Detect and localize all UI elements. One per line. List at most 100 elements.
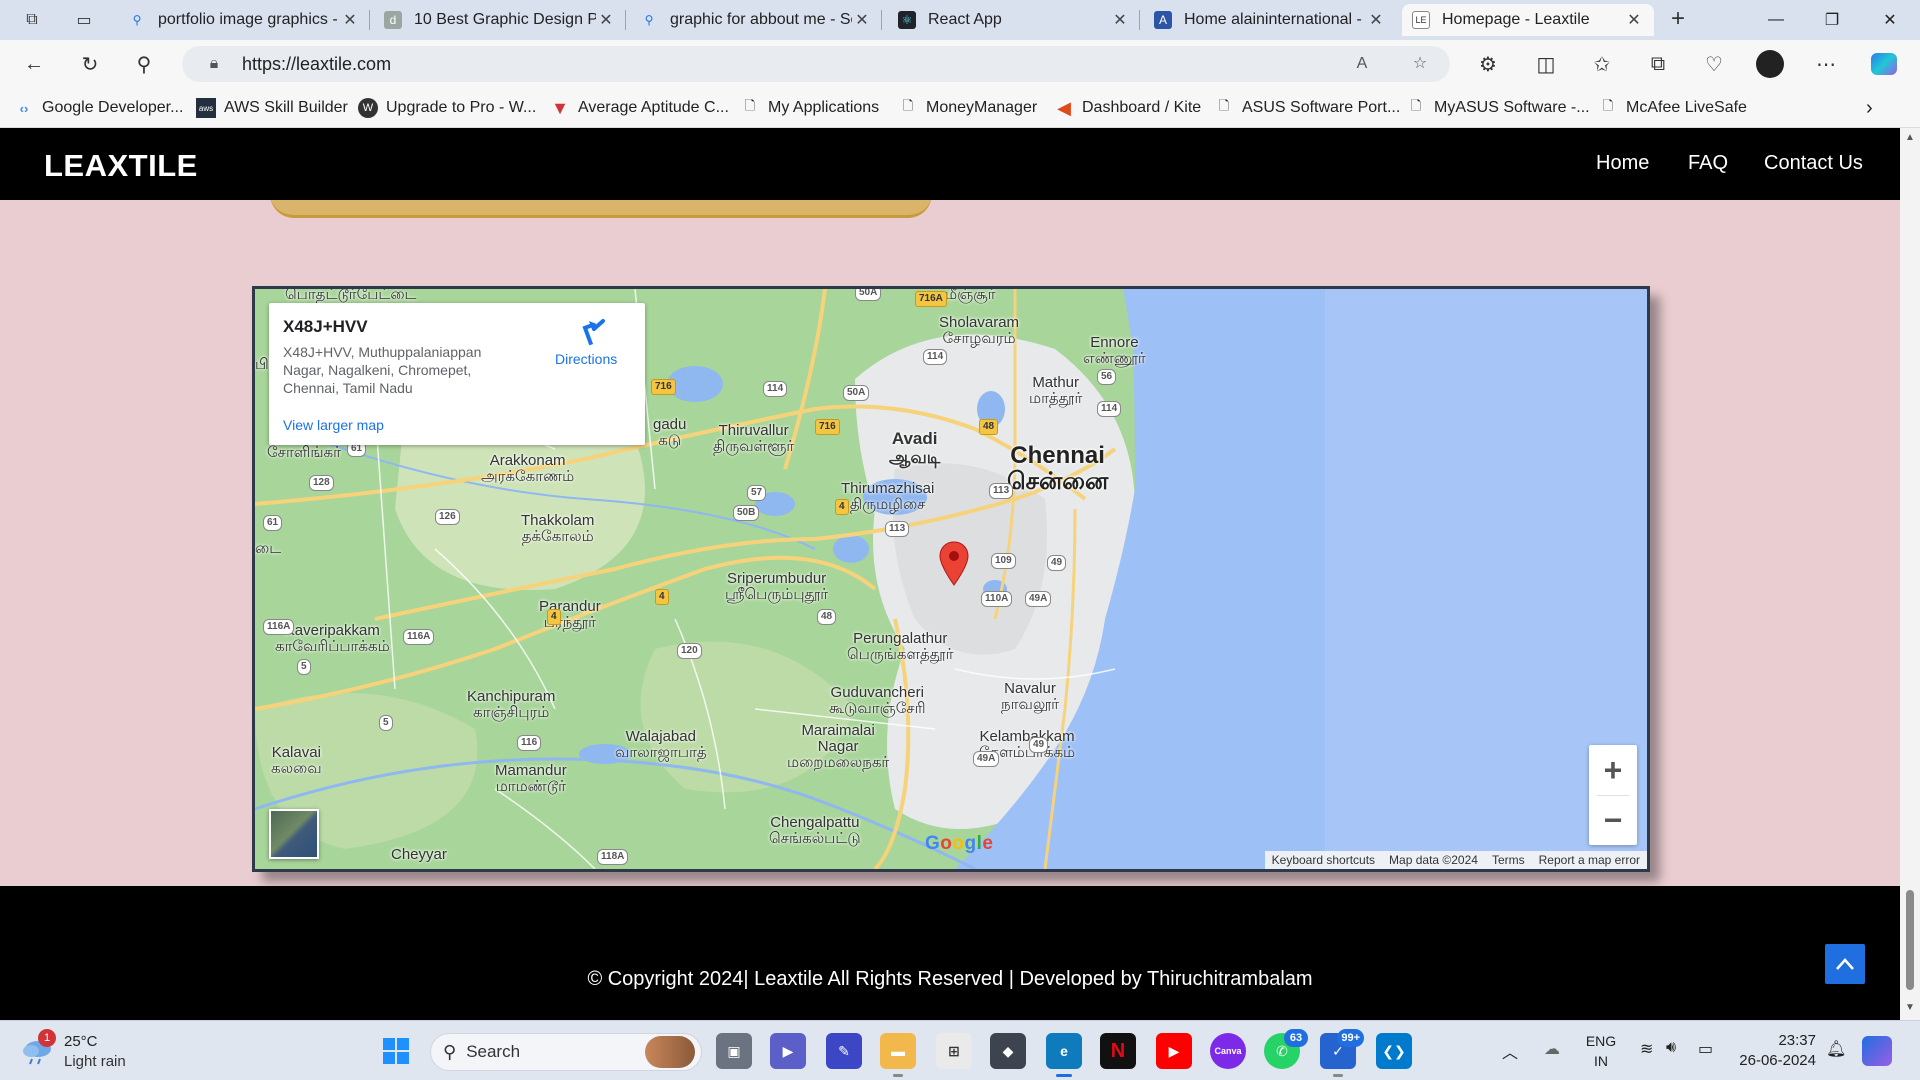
favorite-star-icon[interactable]: ☆ (1408, 52, 1432, 76)
more-menu-icon[interactable]: ⋯ (1812, 50, 1840, 78)
canva-icon[interactable]: Canva (1210, 1033, 1246, 1069)
profile-avatar[interactable] (1756, 50, 1784, 78)
scroll-down-arrow[interactable]: ▼ (1904, 1002, 1916, 1013)
location-pin-icon[interactable] (938, 541, 970, 587)
collections-icon[interactable]: ⧉ (1644, 50, 1672, 78)
battery-icon[interactable]: ▭ (1698, 1039, 1713, 1059)
volume-icon[interactable]: 🔊︎ (1666, 1039, 1676, 1057)
chevron-up-icon (1836, 958, 1854, 970)
workspaces-icon[interactable]: ⧉ (20, 8, 44, 32)
road-shield: 49 (1047, 555, 1067, 571)
lock-icon[interactable]: 🔒︎ (194, 55, 234, 73)
read-aloud-icon[interactable]: A (1350, 52, 1374, 76)
tab-leaxtile-homepage[interactable]: LE Homepage - Leaxtile ✕ (1402, 4, 1654, 36)
vertical-tabs-icon[interactable]: ▭ (72, 8, 96, 32)
report-map-error-link[interactable]: Report a map error (1532, 853, 1647, 867)
refresh-icon[interactable]: ↻ (76, 50, 104, 78)
language-indicator[interactable]: ENG IN (1584, 1031, 1618, 1071)
back-icon[interactable]: ← (20, 50, 48, 78)
edge-browser-icon[interactable]: e (1046, 1033, 1082, 1077)
search-icon[interactable]: ⚲ (130, 50, 158, 78)
pen-app-icon[interactable]: ✎ (826, 1033, 862, 1069)
minimize-button[interactable]: — (1748, 0, 1804, 40)
chevron-right-icon[interactable]: › (1866, 96, 1873, 120)
zoom-out-button[interactable]: − (1589, 795, 1637, 845)
scrollbar-thumb[interactable] (1906, 890, 1914, 990)
address-bar[interactable]: 🔒︎ https://leaxtile.com A ☆ (182, 46, 1450, 82)
road-shield: 126 (435, 509, 460, 525)
app-cube-icon[interactable]: ◆ (990, 1033, 1026, 1069)
url-text[interactable]: https://leaxtile.com (242, 54, 391, 75)
nav-home[interactable]: Home (1596, 152, 1649, 175)
todo-icon[interactable]: ✓ 99+ (1320, 1029, 1364, 1077)
windows-start-icon[interactable] (378, 1033, 414, 1069)
notification-bell-icon[interactable]: 🔔︎ (1826, 1039, 1846, 1059)
split-screen-icon[interactable]: ◫ (1532, 50, 1560, 78)
close-tab-icon[interactable]: ✕ (340, 10, 360, 30)
youtube-icon[interactable]: ▶ (1156, 1033, 1192, 1069)
copilot-taskbar-icon[interactable] (1862, 1036, 1892, 1066)
file-explorer-icon[interactable]: ▬ (880, 1033, 916, 1077)
restore-button[interactable]: ❐ (1804, 0, 1860, 40)
browser-essentials-icon[interactable]: ♡ (1700, 50, 1728, 78)
page-scrollbar[interactable]: ▲ ▼ (1900, 128, 1920, 1020)
teams-meet-icon[interactable]: ▶ (770, 1033, 806, 1069)
site-logo[interactable]: LEAXTILE (44, 148, 198, 184)
new-tab-button[interactable]: + (1664, 6, 1692, 34)
keyboard-shortcuts-link[interactable]: Keyboard shortcuts (1265, 853, 1382, 867)
tab-title: Homepage - Leaxtile (1442, 11, 1590, 28)
road-shield: 5 (379, 715, 393, 731)
close-tab-icon[interactable]: ✕ (596, 10, 616, 30)
place-name-ta: திருமழிசை (849, 496, 926, 513)
microsoft-store-icon[interactable]: ⊞ (936, 1033, 972, 1069)
satellite-layer-toggle[interactable] (269, 809, 319, 859)
favorite-my-applications[interactable]: 🗋 My Applications (740, 96, 879, 120)
scroll-to-top-button[interactable] (1825, 944, 1865, 984)
close-window-button[interactable]: ✕ (1862, 0, 1918, 40)
favorite-upgrade-pro[interactable]: W Upgrade to Pro - W... (358, 96, 536, 120)
view-larger-map-link[interactable]: View larger map (283, 417, 384, 433)
taskbar-search-box[interactable]: ⚲ Search (430, 1033, 702, 1071)
place-name-ta: சோழவரம் (942, 330, 1016, 347)
wifi-icon[interactable]: ≋ (1640, 1039, 1653, 1059)
favorites-icon[interactable]: ✩ (1588, 50, 1616, 78)
road-shield: 716A (915, 291, 947, 307)
directions-icon[interactable] (579, 317, 609, 347)
scroll-up-arrow[interactable]: ▲ (1904, 132, 1916, 143)
close-tab-icon[interactable]: ✕ (1624, 10, 1644, 30)
weather-widget[interactable]: 1 25°C Light rain (20, 1029, 200, 1073)
favorite-google-developers[interactable]: ‹› Google Developer... (14, 96, 184, 120)
show-hidden-icons-chevron[interactable]: ︿ (1502, 1039, 1518, 1063)
zoom-in-button[interactable]: + (1589, 745, 1637, 795)
nav-contact-us[interactable]: Contact Us (1764, 152, 1863, 175)
whatsapp-icon[interactable]: ✆ 63 (1264, 1029, 1308, 1069)
tab-portfolio-image[interactable]: ⚲ portfolio image graphics - ✕ (118, 4, 370, 36)
task-view-icon[interactable]: ▣ (716, 1033, 752, 1069)
directions-link[interactable]: Directions (555, 351, 617, 367)
favorite-myasus-software[interactable]: 🗋 MyASUS Software -... (1406, 96, 1590, 120)
terms-link[interactable]: Terms (1485, 853, 1532, 867)
close-tab-icon[interactable]: ✕ (852, 10, 872, 30)
tab-graphic-design[interactable]: d 10 Best Graphic Design Po ✕ (374, 4, 626, 36)
close-tab-icon[interactable]: ✕ (1110, 10, 1130, 30)
favorite-aws-skill-builder[interactable]: aws AWS Skill Builder (196, 96, 348, 120)
tab-react-app[interactable]: ⚛ React App ✕ (888, 4, 1140, 36)
favorite-dashboard-kite[interactable]: ◀ Dashboard / Kite (1054, 96, 1201, 120)
close-tab-icon[interactable]: ✕ (1366, 10, 1386, 30)
nav-faq[interactable]: FAQ (1688, 152, 1728, 175)
tab-alain-international[interactable]: A Home alaininternational - ✕ (1144, 4, 1396, 36)
favorite-moneymanager[interactable]: 🗋 MoneyManager (898, 96, 1037, 120)
favorite-average-aptitude[interactable]: ▼ Average Aptitude C... (550, 96, 729, 120)
embedded-map[interactable]: பொதட்டூர்பேட்டை பி சோளிங்கர் டை gadu கடு … (252, 286, 1650, 872)
favorite-mcafee-livesafe[interactable]: 🗋 McAfee LiveSafe (1598, 96, 1747, 120)
netflix-icon[interactable]: N (1100, 1033, 1136, 1069)
copilot-icon[interactable] (1870, 50, 1898, 78)
extensions-icon[interactable]: ⚙ (1474, 50, 1502, 78)
system-clock[interactable]: 23:37 26-06-2024 (1738, 1031, 1816, 1071)
onedrive-cloud-icon[interactable]: ☁ (1544, 1039, 1560, 1059)
favorite-asus-software[interactable]: 🗋 ASUS Software Port... (1214, 96, 1401, 120)
place-name: Thirumazhisai (841, 480, 935, 497)
vscode-icon[interactable]: ❮❯ (1376, 1033, 1412, 1069)
tab-graphic-about-me[interactable]: ⚲ graphic for abbout me - Se ✕ (630, 4, 882, 36)
tab-separator (881, 10, 882, 30)
